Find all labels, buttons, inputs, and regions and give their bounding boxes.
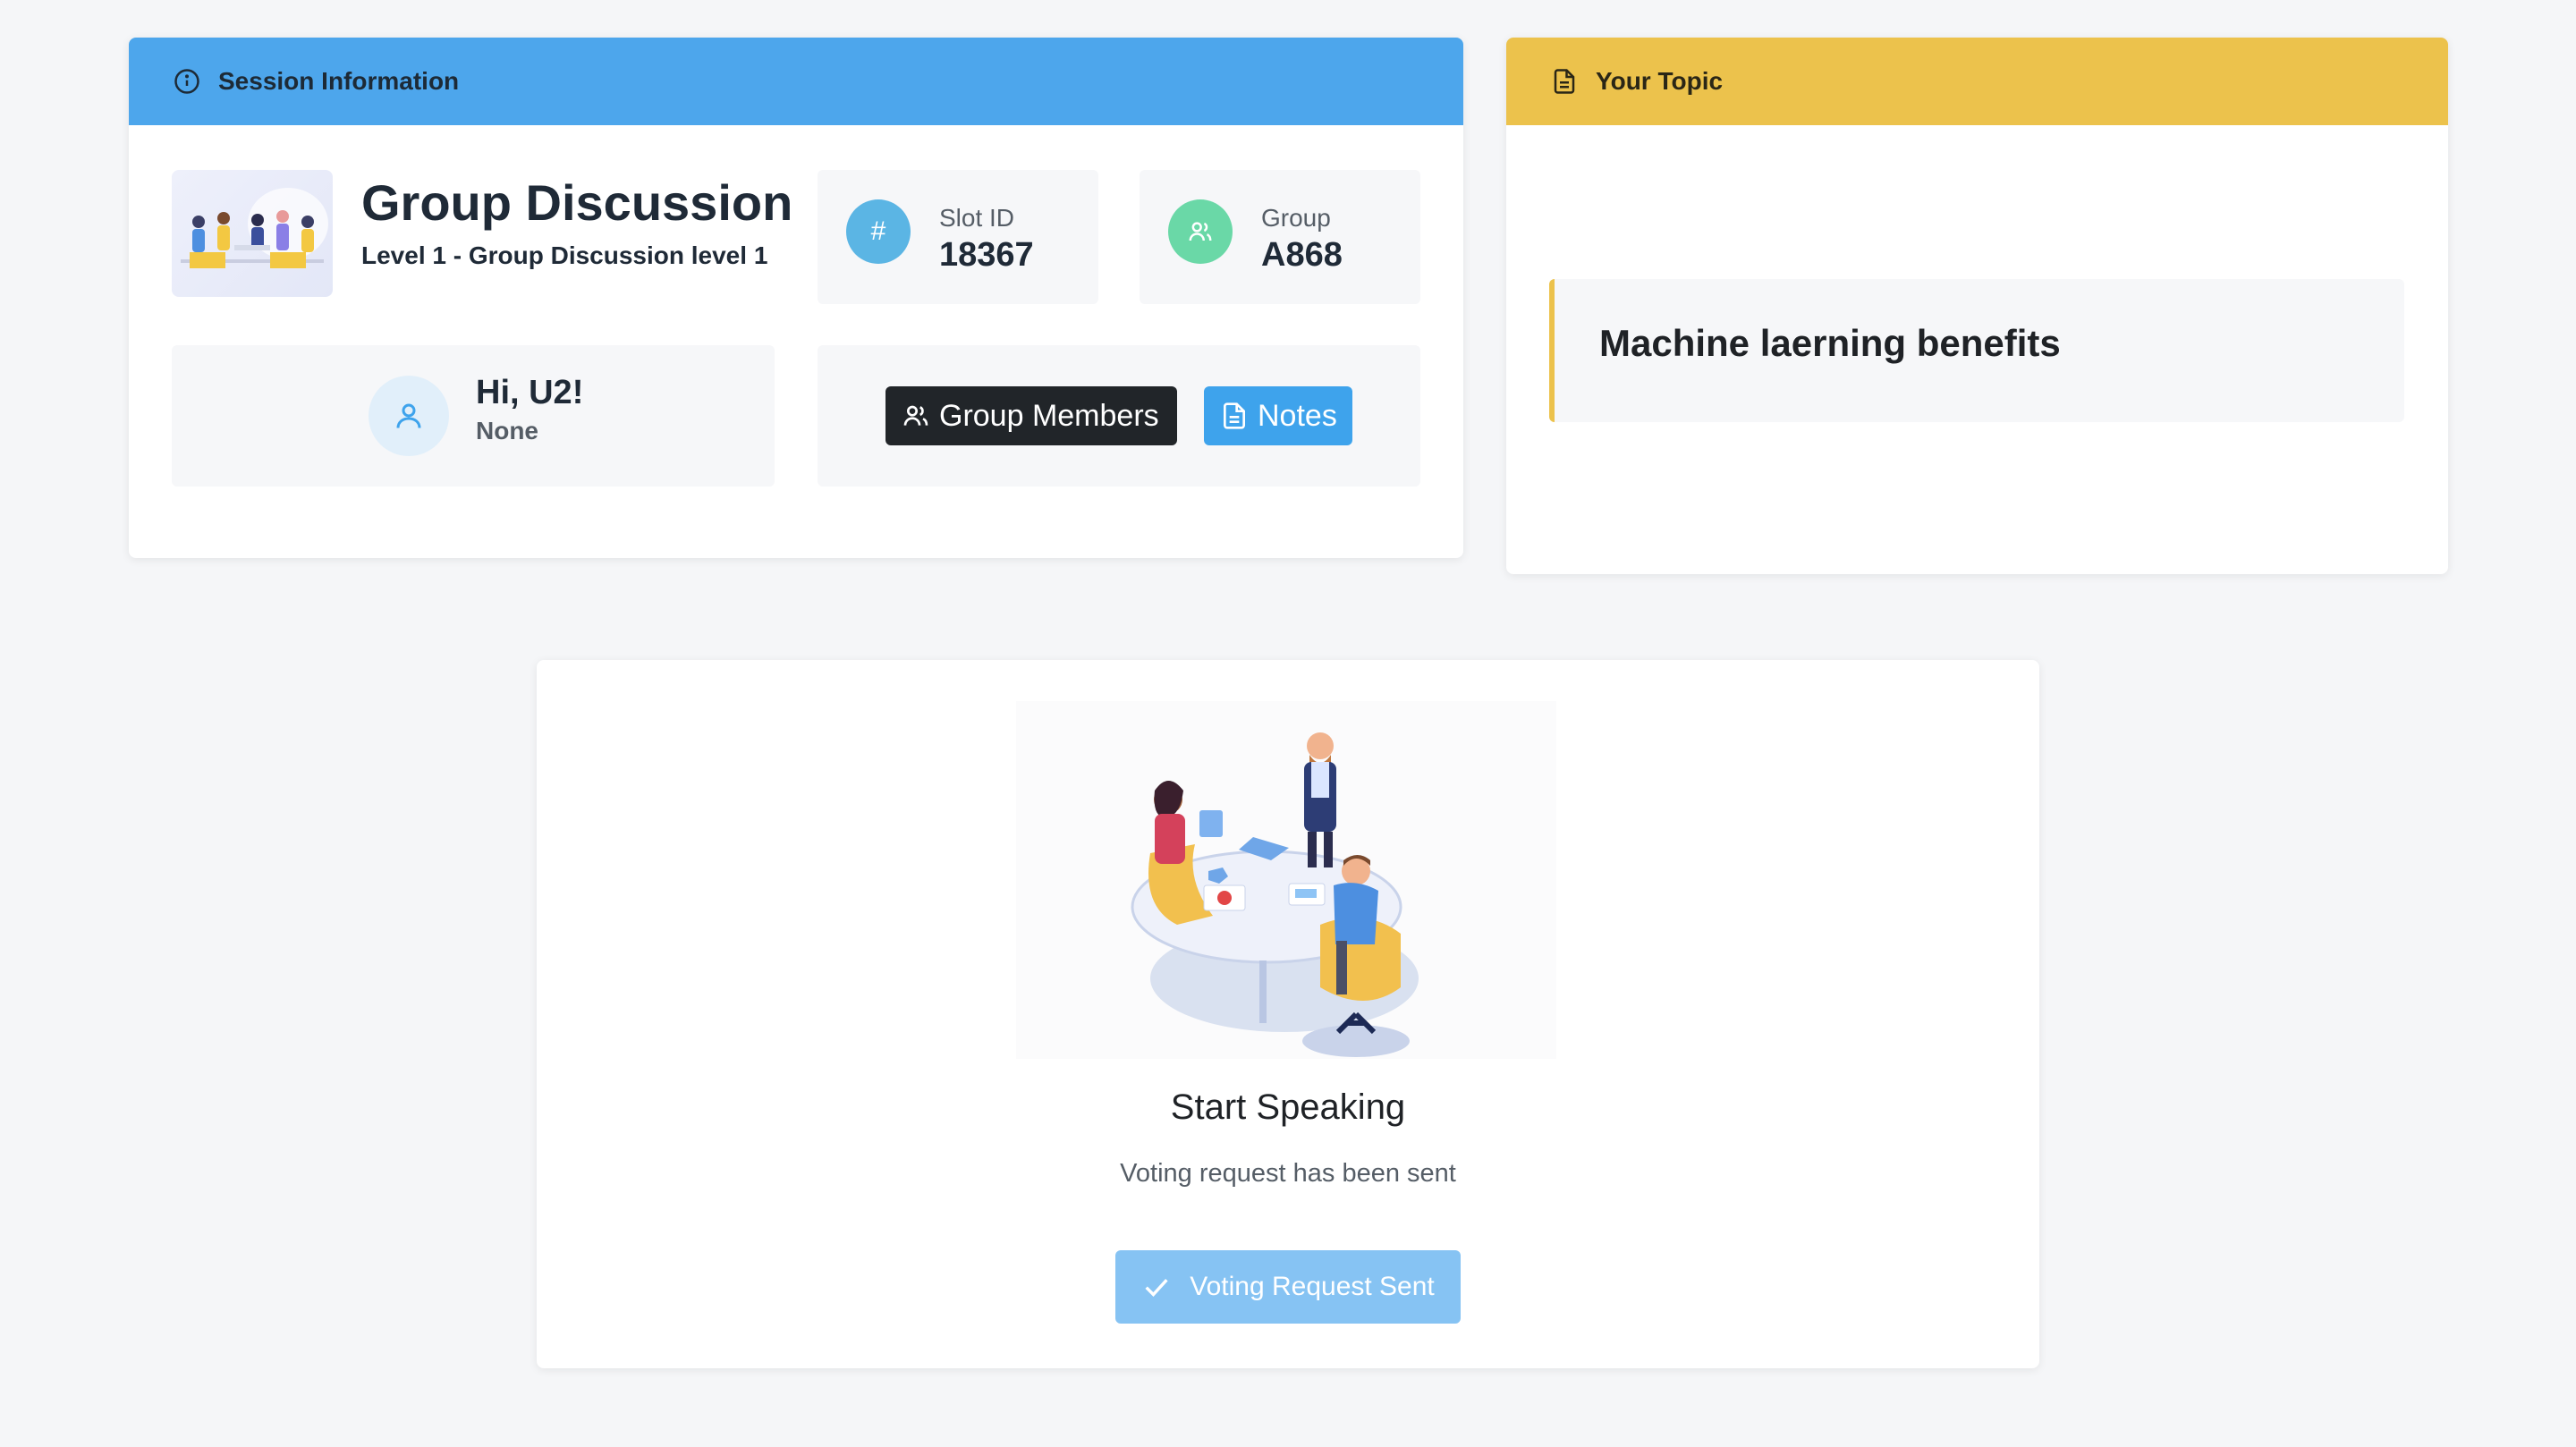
topic-card-title: Your Topic xyxy=(1596,67,1724,95)
slot-id-value: 18367 xyxy=(939,236,1034,274)
group-value: A868 xyxy=(1261,236,1343,274)
group-discussion-thumbnail xyxy=(172,170,333,297)
user-role: None xyxy=(476,417,538,444)
session-card-header: Session Information xyxy=(129,38,1463,125)
check-icon xyxy=(1141,1272,1172,1302)
hash-icon: # xyxy=(846,199,911,264)
meeting-illustration xyxy=(1016,701,1556,1059)
group-label: Group xyxy=(1261,204,1331,232)
users-icon xyxy=(902,402,930,430)
session-subtitle: Level 1 - Group Discussion level 1 xyxy=(361,241,768,269)
document-icon xyxy=(1551,68,1578,95)
group-members-button[interactable]: Group Members xyxy=(886,386,1177,445)
voting-request-sent-button[interactable]: Voting Request Sent xyxy=(1115,1250,1461,1324)
slot-id-panel: # Slot ID 18367 xyxy=(818,170,1098,304)
slot-id-label: Slot ID xyxy=(939,204,1015,232)
users-icon xyxy=(1168,199,1233,264)
user-greeting: Hi, U2! xyxy=(476,374,584,411)
hash-symbol: # xyxy=(870,216,886,246)
group-panel: Group A868 xyxy=(1140,170,1420,304)
speak-title: Start Speaking xyxy=(1170,1087,1406,1127)
session-information-card: Session Information Group Discussion Lev… xyxy=(129,38,1463,558)
user-panel: Hi, U2! None xyxy=(172,345,775,487)
voting-request-label: Voting Request Sent xyxy=(1190,1272,1435,1301)
start-speaking-card: Start Speaking Voting request has been s… xyxy=(537,660,2039,1368)
topic-box: Machine laerning benefits xyxy=(1549,279,2404,422)
topic-text: Machine laerning benefits xyxy=(1599,322,2061,364)
user-icon xyxy=(369,376,449,456)
actions-panel: Group Members Notes xyxy=(818,345,1420,487)
speak-status-text: Voting request has been sent xyxy=(1120,1159,1456,1188)
your-topic-card: Your Topic Machine laerning benefits xyxy=(1506,38,2448,574)
session-title: Group Discussion xyxy=(361,174,793,231)
topic-card-header: Your Topic xyxy=(1506,38,2448,125)
notes-label: Notes xyxy=(1258,398,1337,433)
document-icon xyxy=(1220,402,1249,430)
group-members-label: Group Members xyxy=(939,398,1159,433)
session-card-title: Session Information xyxy=(218,67,460,95)
notes-button[interactable]: Notes xyxy=(1204,386,1352,445)
info-circle-icon xyxy=(174,68,200,95)
